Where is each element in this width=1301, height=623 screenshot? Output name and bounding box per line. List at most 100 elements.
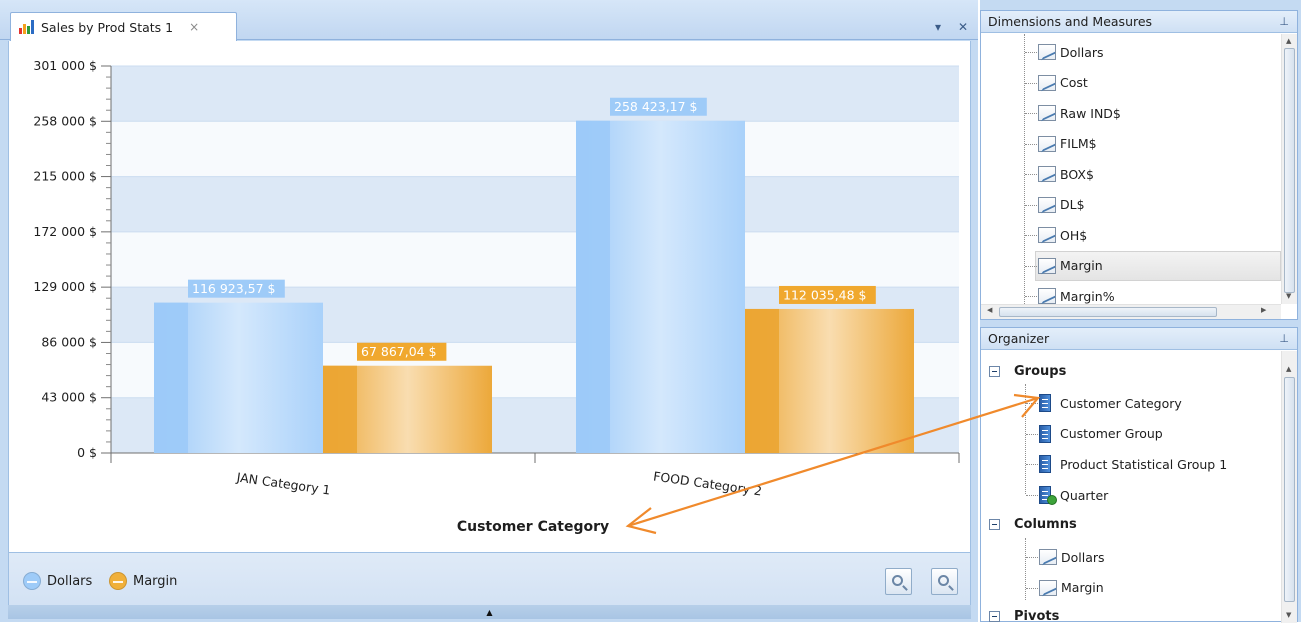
column-item-margin[interactable]: Margin bbox=[1039, 573, 1104, 603]
columns-label: Columns bbox=[1014, 517, 1077, 532]
group-item-product-statistical-group-1[interactable]: Product Statistical Group 1 bbox=[1039, 449, 1227, 479]
scroll-up-icon[interactable]: ▲ bbox=[1286, 37, 1291, 45]
line-chart-icon bbox=[1039, 580, 1057, 596]
pivots-header[interactable]: Pivots bbox=[989, 604, 1059, 623]
chart-area: 0 $43 000 $86 000 $129 000 $172 000 $215… bbox=[8, 41, 971, 553]
grid-band bbox=[111, 121, 959, 176]
bar-chart-icon bbox=[19, 19, 35, 35]
grid-band bbox=[111, 66, 959, 121]
group-item-customer-category[interactable]: Customer Category bbox=[1039, 388, 1182, 418]
organizer-vertical-scrollbar[interactable]: ▲ ▼ bbox=[1281, 351, 1297, 623]
dimensions-vertical-scrollbar[interactable]: ▲ ▼ bbox=[1281, 34, 1297, 304]
column-item-dollars[interactable]: Dollars bbox=[1039, 542, 1105, 572]
document-menu-icon[interactable]: ▾ bbox=[935, 20, 941, 34]
legend-label: Dollars bbox=[47, 574, 92, 589]
data-label: 116 923,57 $ bbox=[192, 281, 276, 296]
organizer-panel: Organizer ⊥ Groups Columns Pivots Custom… bbox=[980, 327, 1298, 622]
measure-item-margin[interactable]: Margin bbox=[1038, 251, 1103, 281]
y-tick-label: 0 $ bbox=[77, 445, 97, 460]
scroll-up-icon[interactable]: ▲ bbox=[1286, 365, 1291, 373]
scroll-down-icon[interactable]: ▼ bbox=[1286, 292, 1291, 300]
group-label: Quarter bbox=[1060, 488, 1108, 503]
line-chart-icon bbox=[1038, 258, 1056, 274]
line-chart-icon bbox=[1038, 75, 1056, 91]
data-label: 67 867,04 $ bbox=[361, 344, 437, 359]
tab-sales-by-prod-stats[interactable]: Sales by Prod Stats 1 × bbox=[10, 12, 237, 41]
collapse-groups-icon[interactable] bbox=[989, 366, 1000, 377]
zoom-in-icon bbox=[938, 575, 949, 586]
grid-band bbox=[111, 232, 959, 287]
zoom-in-button[interactable] bbox=[931, 568, 958, 595]
x-axis-title: Customer Category bbox=[457, 519, 609, 535]
x-tick-label: FOOD Category 2 bbox=[652, 468, 763, 498]
zoom-out-button[interactable] bbox=[885, 568, 912, 595]
tree-connector bbox=[1025, 205, 1037, 206]
legend-margin-icon bbox=[109, 572, 127, 590]
document-panel: Sales by Prod Stats 1 × ▾ ✕ 0 $43 000 $8 bbox=[0, 0, 978, 622]
pin-icon[interactable]: ⊥ bbox=[1279, 15, 1289, 28]
grid-band bbox=[111, 177, 959, 232]
line-chart-icon bbox=[1038, 166, 1056, 182]
data-label: 258 423,17 $ bbox=[614, 99, 698, 114]
organizer-panel-header: Organizer ⊥ bbox=[981, 328, 1297, 350]
y-tick-label: 129 000 $ bbox=[33, 279, 97, 294]
collapse-columns-icon[interactable] bbox=[989, 519, 1000, 530]
collapse-pivots-icon[interactable] bbox=[989, 611, 1000, 622]
tree-connector bbox=[1025, 384, 1026, 494]
hscroll-thumb[interactable] bbox=[999, 307, 1217, 317]
bar-chart: 0 $43 000 $86 000 $129 000 $172 000 $215… bbox=[9, 41, 972, 553]
group-label: Customer Group bbox=[1060, 426, 1163, 441]
group-label: Product Statistical Group 1 bbox=[1060, 457, 1227, 472]
y-tick-label: 172 000 $ bbox=[33, 224, 97, 239]
group-item-quarter[interactable]: Quarter bbox=[1039, 480, 1108, 510]
measure-item-cost[interactable]: Cost bbox=[1038, 68, 1088, 98]
tree-connector bbox=[1026, 495, 1038, 496]
measure-item-dl-[interactable]: DL$ bbox=[1038, 190, 1085, 220]
tree-connector bbox=[1026, 588, 1038, 589]
dimensions-horizontal-scrollbar[interactable]: ◀ ▶ bbox=[981, 304, 1281, 319]
line-chart-icon bbox=[1038, 227, 1056, 243]
measure-label: Cost bbox=[1060, 75, 1088, 90]
bar-side-margin bbox=[323, 366, 357, 453]
legend-item-dollars[interactable]: Dollars bbox=[23, 572, 92, 590]
pin-icon[interactable]: ⊥ bbox=[1279, 332, 1289, 345]
measure-label: BOX$ bbox=[1060, 167, 1094, 182]
document-close-icon[interactable]: ✕ bbox=[958, 20, 968, 34]
tree-connector bbox=[1025, 235, 1037, 236]
chart-legend: Dollars Margin bbox=[8, 553, 971, 605]
dimensions-panel: Dimensions and Measures ⊥ Dollars Cost Raw… bbox=[980, 10, 1298, 320]
organizer-tree: Groups Columns Pivots Customer Category C… bbox=[981, 351, 1281, 623]
scroll-thumb[interactable] bbox=[1284, 48, 1295, 293]
tree-connector bbox=[1024, 34, 1025, 304]
side-panels: Dimensions and Measures ⊥ Dollars Cost Raw… bbox=[980, 0, 1301, 622]
measure-item-raw-ind-[interactable]: Raw IND$ bbox=[1038, 98, 1121, 128]
measure-item-margin-[interactable]: Margin% bbox=[1038, 281, 1115, 304]
legend-dollars-icon bbox=[23, 572, 41, 590]
y-tick-label: 215 000 $ bbox=[33, 169, 97, 184]
tree-connector bbox=[1025, 83, 1037, 84]
legend-item-margin[interactable]: Margin bbox=[109, 572, 177, 590]
dimensions-panel-header: Dimensions and Measures ⊥ bbox=[981, 11, 1297, 33]
measure-item-oh-[interactable]: OH$ bbox=[1038, 220, 1087, 250]
scroll-right-icon[interactable]: ▶ bbox=[1261, 306, 1266, 314]
groups-header[interactable]: Groups bbox=[989, 359, 1066, 383]
y-tick-label: 86 000 $ bbox=[41, 334, 97, 349]
measure-item-dollars[interactable]: Dollars bbox=[1038, 37, 1104, 67]
group-item-customer-group[interactable]: Customer Group bbox=[1039, 419, 1163, 449]
columns-header[interactable]: Columns bbox=[989, 512, 1077, 536]
tab-close-icon[interactable]: × bbox=[189, 20, 199, 34]
scroll-down-icon[interactable]: ▼ bbox=[1286, 611, 1291, 619]
groups-label: Groups bbox=[1014, 364, 1066, 379]
tree-connector bbox=[1025, 52, 1037, 53]
pivots-label: Pivots bbox=[1014, 609, 1059, 623]
scroll-thumb[interactable] bbox=[1284, 377, 1295, 602]
legend-collapse-bar[interactable]: ▲ bbox=[8, 605, 971, 619]
measure-item-box-[interactable]: BOX$ bbox=[1038, 159, 1094, 189]
measure-label: Margin bbox=[1060, 258, 1103, 273]
dimensions-tree: Dollars Cost Raw IND$ FILM$ BOX$ DL$OH$ Margin… bbox=[981, 34, 1281, 304]
scroll-left-icon[interactable]: ◀ bbox=[987, 306, 992, 314]
measure-label: Margin% bbox=[1060, 289, 1115, 304]
column-label: Margin bbox=[1061, 580, 1104, 595]
measure-item-film-[interactable]: FILM$ bbox=[1038, 129, 1097, 159]
measure-label: FILM$ bbox=[1060, 136, 1097, 151]
